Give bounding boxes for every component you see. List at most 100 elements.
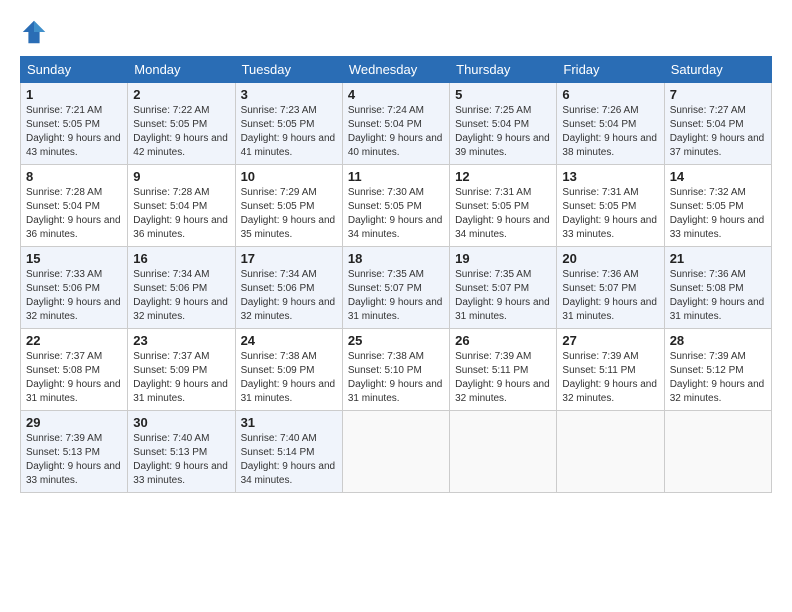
day-info: Sunrise: 7:21 AM Sunset: 5:05 PM Dayligh…: [26, 104, 122, 160]
calendar-cell: 6 Sunrise: 7:26 AM Sunset: 5:04 PM Dayli…: [557, 83, 664, 165]
calendar-cell: 1 Sunrise: 7:21 AM Sunset: 5:05 PM Dayli…: [21, 83, 128, 165]
day-info: Sunrise: 7:37 AM Sunset: 5:09 PM Dayligh…: [133, 350, 229, 406]
day-info: Sunrise: 7:38 AM Sunset: 5:10 PM Dayligh…: [348, 350, 444, 406]
day-number: 23: [133, 333, 229, 348]
calendar-cell: [342, 411, 449, 493]
calendar-cell: 16 Sunrise: 7:34 AM Sunset: 5:06 PM Dayl…: [128, 247, 235, 329]
day-info: Sunrise: 7:35 AM Sunset: 5:07 PM Dayligh…: [348, 268, 444, 324]
calendar-week-2: 8 Sunrise: 7:28 AM Sunset: 5:04 PM Dayli…: [21, 165, 772, 247]
day-number: 8: [26, 169, 122, 184]
page: SundayMondayTuesdayWednesdayThursdayFrid…: [0, 0, 792, 612]
day-info: Sunrise: 7:32 AM Sunset: 5:05 PM Dayligh…: [670, 186, 766, 242]
day-info: Sunrise: 7:39 AM Sunset: 5:11 PM Dayligh…: [455, 350, 551, 406]
day-number: 11: [348, 169, 444, 184]
day-info: Sunrise: 7:27 AM Sunset: 5:04 PM Dayligh…: [670, 104, 766, 160]
weekday-header-tuesday: Tuesday: [235, 57, 342, 83]
day-number: 30: [133, 415, 229, 430]
day-number: 31: [241, 415, 337, 430]
calendar-cell: 5 Sunrise: 7:25 AM Sunset: 5:04 PM Dayli…: [450, 83, 557, 165]
day-number: 4: [348, 87, 444, 102]
day-info: Sunrise: 7:40 AM Sunset: 5:14 PM Dayligh…: [241, 432, 337, 488]
day-number: 24: [241, 333, 337, 348]
calendar-cell: 31 Sunrise: 7:40 AM Sunset: 5:14 PM Dayl…: [235, 411, 342, 493]
day-info: Sunrise: 7:29 AM Sunset: 5:05 PM Dayligh…: [241, 186, 337, 242]
calendar-cell: [557, 411, 664, 493]
day-info: Sunrise: 7:25 AM Sunset: 5:04 PM Dayligh…: [455, 104, 551, 160]
calendar-cell: 10 Sunrise: 7:29 AM Sunset: 5:05 PM Dayl…: [235, 165, 342, 247]
day-number: 21: [670, 251, 766, 266]
day-number: 28: [670, 333, 766, 348]
day-info: Sunrise: 7:22 AM Sunset: 5:05 PM Dayligh…: [133, 104, 229, 160]
weekday-header-friday: Friday: [557, 57, 664, 83]
day-number: 7: [670, 87, 766, 102]
day-info: Sunrise: 7:28 AM Sunset: 5:04 PM Dayligh…: [26, 186, 122, 242]
day-number: 22: [26, 333, 122, 348]
day-number: 27: [562, 333, 658, 348]
header: [20, 18, 772, 46]
day-number: 13: [562, 169, 658, 184]
day-number: 9: [133, 169, 229, 184]
day-info: Sunrise: 7:31 AM Sunset: 5:05 PM Dayligh…: [562, 186, 658, 242]
day-info: Sunrise: 7:30 AM Sunset: 5:05 PM Dayligh…: [348, 186, 444, 242]
calendar-cell: 25 Sunrise: 7:38 AM Sunset: 5:10 PM Dayl…: [342, 329, 449, 411]
calendar-cell: 24 Sunrise: 7:38 AM Sunset: 5:09 PM Dayl…: [235, 329, 342, 411]
calendar-cell: [664, 411, 771, 493]
day-number: 25: [348, 333, 444, 348]
day-info: Sunrise: 7:36 AM Sunset: 5:07 PM Dayligh…: [562, 268, 658, 324]
calendar-cell: 4 Sunrise: 7:24 AM Sunset: 5:04 PM Dayli…: [342, 83, 449, 165]
day-number: 3: [241, 87, 337, 102]
day-info: Sunrise: 7:39 AM Sunset: 5:11 PM Dayligh…: [562, 350, 658, 406]
calendar-cell: 19 Sunrise: 7:35 AM Sunset: 5:07 PM Dayl…: [450, 247, 557, 329]
weekday-header-saturday: Saturday: [664, 57, 771, 83]
calendar-cell: [450, 411, 557, 493]
day-number: 19: [455, 251, 551, 266]
calendar-cell: 23 Sunrise: 7:37 AM Sunset: 5:09 PM Dayl…: [128, 329, 235, 411]
calendar-cell: 7 Sunrise: 7:27 AM Sunset: 5:04 PM Dayli…: [664, 83, 771, 165]
day-info: Sunrise: 7:39 AM Sunset: 5:13 PM Dayligh…: [26, 432, 122, 488]
calendar-week-1: 1 Sunrise: 7:21 AM Sunset: 5:05 PM Dayli…: [21, 83, 772, 165]
day-info: Sunrise: 7:36 AM Sunset: 5:08 PM Dayligh…: [670, 268, 766, 324]
day-number: 5: [455, 87, 551, 102]
day-info: Sunrise: 7:38 AM Sunset: 5:09 PM Dayligh…: [241, 350, 337, 406]
weekday-header-wednesday: Wednesday: [342, 57, 449, 83]
day-info: Sunrise: 7:26 AM Sunset: 5:04 PM Dayligh…: [562, 104, 658, 160]
weekday-row: SundayMondayTuesdayWednesdayThursdayFrid…: [21, 57, 772, 83]
calendar-week-5: 29 Sunrise: 7:39 AM Sunset: 5:13 PM Dayl…: [21, 411, 772, 493]
calendar-cell: 12 Sunrise: 7:31 AM Sunset: 5:05 PM Dayl…: [450, 165, 557, 247]
logo: [20, 18, 52, 46]
day-info: Sunrise: 7:24 AM Sunset: 5:04 PM Dayligh…: [348, 104, 444, 160]
day-number: 20: [562, 251, 658, 266]
calendar-cell: 15 Sunrise: 7:33 AM Sunset: 5:06 PM Dayl…: [21, 247, 128, 329]
day-info: Sunrise: 7:40 AM Sunset: 5:13 PM Dayligh…: [133, 432, 229, 488]
day-info: Sunrise: 7:23 AM Sunset: 5:05 PM Dayligh…: [241, 104, 337, 160]
day-info: Sunrise: 7:28 AM Sunset: 5:04 PM Dayligh…: [133, 186, 229, 242]
day-number: 15: [26, 251, 122, 266]
calendar-cell: 9 Sunrise: 7:28 AM Sunset: 5:04 PM Dayli…: [128, 165, 235, 247]
calendar-cell: 8 Sunrise: 7:28 AM Sunset: 5:04 PM Dayli…: [21, 165, 128, 247]
calendar-cell: 26 Sunrise: 7:39 AM Sunset: 5:11 PM Dayl…: [450, 329, 557, 411]
calendar-cell: 2 Sunrise: 7:22 AM Sunset: 5:05 PM Dayli…: [128, 83, 235, 165]
calendar-cell: 28 Sunrise: 7:39 AM Sunset: 5:12 PM Dayl…: [664, 329, 771, 411]
calendar-cell: 21 Sunrise: 7:36 AM Sunset: 5:08 PM Dayl…: [664, 247, 771, 329]
logo-icon: [20, 18, 48, 46]
day-info: Sunrise: 7:37 AM Sunset: 5:08 PM Dayligh…: [26, 350, 122, 406]
calendar-cell: 18 Sunrise: 7:35 AM Sunset: 5:07 PM Dayl…: [342, 247, 449, 329]
calendar-cell: 3 Sunrise: 7:23 AM Sunset: 5:05 PM Dayli…: [235, 83, 342, 165]
calendar-cell: 27 Sunrise: 7:39 AM Sunset: 5:11 PM Dayl…: [557, 329, 664, 411]
day-number: 2: [133, 87, 229, 102]
calendar-cell: 14 Sunrise: 7:32 AM Sunset: 5:05 PM Dayl…: [664, 165, 771, 247]
day-number: 12: [455, 169, 551, 184]
day-info: Sunrise: 7:34 AM Sunset: 5:06 PM Dayligh…: [133, 268, 229, 324]
day-number: 16: [133, 251, 229, 266]
calendar-week-3: 15 Sunrise: 7:33 AM Sunset: 5:06 PM Dayl…: [21, 247, 772, 329]
day-info: Sunrise: 7:33 AM Sunset: 5:06 PM Dayligh…: [26, 268, 122, 324]
calendar-cell: 29 Sunrise: 7:39 AM Sunset: 5:13 PM Dayl…: [21, 411, 128, 493]
day-info: Sunrise: 7:34 AM Sunset: 5:06 PM Dayligh…: [241, 268, 337, 324]
calendar-table: SundayMondayTuesdayWednesdayThursdayFrid…: [20, 56, 772, 493]
day-info: Sunrise: 7:35 AM Sunset: 5:07 PM Dayligh…: [455, 268, 551, 324]
day-number: 29: [26, 415, 122, 430]
calendar-cell: 22 Sunrise: 7:37 AM Sunset: 5:08 PM Dayl…: [21, 329, 128, 411]
day-number: 26: [455, 333, 551, 348]
day-number: 10: [241, 169, 337, 184]
calendar-cell: 30 Sunrise: 7:40 AM Sunset: 5:13 PM Dayl…: [128, 411, 235, 493]
